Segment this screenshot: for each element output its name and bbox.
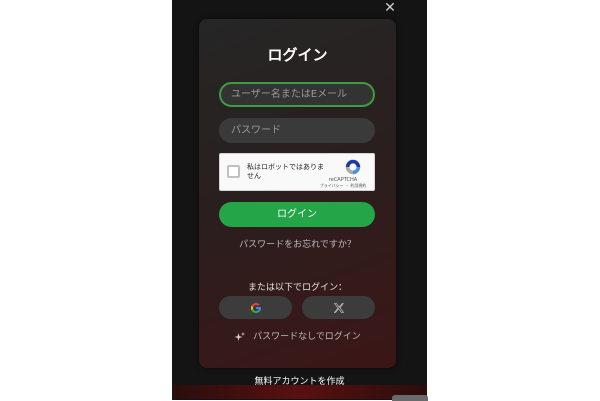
close-icon: ✕ [384,0,396,16]
login-button[interactable]: ログイン [219,202,375,227]
close-button[interactable]: ✕ [382,0,398,16]
create-account-link[interactable]: 無料アカウントを作成 [172,374,427,387]
google-icon [250,302,261,313]
passwordless-login-label: パスワードなしでログイン [253,332,361,342]
or-login-with-label: または以下でログイン： [247,283,347,293]
forgot-password-link[interactable]: パスワードをお忘れですか？ [199,237,396,250]
sparkle-icon [234,331,246,341]
recaptcha-checkbox[interactable] [227,165,240,178]
x-login-button[interactable] [302,296,375,319]
recaptcha-terms-link[interactable]: プライバシー ・ 利用規約 [312,183,374,189]
password-input[interactable] [219,118,375,143]
login-dialog: ログイン 私はロボットではありません reCAPTCHA プライバシー ・ 利用… [199,19,396,368]
recaptcha-logo-icon [345,159,361,175]
recaptcha-widget: 私はロボットではありません reCAPTCHA プライバシー ・ 利用規約 [219,153,375,191]
passwordless-login-link[interactable]: パスワードなしでログイン [199,329,396,343]
backdrop-banner [172,385,427,399]
google-login-button[interactable] [219,296,292,319]
x-icon [333,302,344,313]
background-tab [392,395,428,401]
dialog-title: ログイン [267,46,328,64]
username-email-input[interactable] [219,82,375,107]
